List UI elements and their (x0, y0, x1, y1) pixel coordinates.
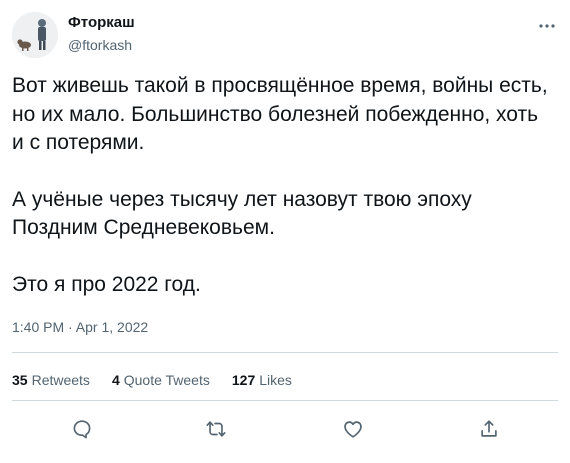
divider (12, 400, 558, 401)
share-button[interactable] (474, 414, 504, 444)
quote-tweets-count: 4 (111, 372, 120, 388)
more-options-icon[interactable] (538, 16, 556, 28)
retweets-count: 35 (12, 372, 28, 388)
tweet-text: Вот живешь такой в просвящённое время, в… (12, 72, 552, 299)
retweet-icon (206, 421, 226, 437)
quote-tweets-label: Quote Tweets (123, 372, 210, 388)
tweet-timestamp[interactable]: 1:40 PM · Apr 1, 2022 (12, 319, 148, 335)
tweet-actions (0, 414, 570, 444)
divider (12, 352, 558, 353)
retweet-button[interactable] (201, 414, 231, 444)
retweets-label: Retweets (31, 372, 90, 388)
likes-count: 127 (231, 372, 256, 388)
like-icon (344, 421, 362, 438)
likes-stat[interactable]: 127 Likes (232, 372, 292, 388)
tweet-paragraph: Вот живешь такой в просвящённое время, в… (12, 74, 548, 154)
quote-tweets-stat[interactable]: 4 Quote Tweets (112, 372, 210, 388)
tweet-paragraph: Это я про 2022 год. (12, 272, 201, 296)
author-name[interactable]: Фторкаш (68, 14, 135, 31)
reply-button[interactable] (67, 414, 97, 444)
share-icon (481, 420, 497, 437)
avatar-image (12, 12, 58, 58)
author-handle[interactable]: @ftorkash (68, 37, 132, 53)
tweet-paragraph: А учёные через тысячу лет назовут твою э… (12, 187, 472, 240)
reply-icon (73, 420, 91, 439)
likes-label: Likes (259, 372, 292, 388)
like-button[interactable] (338, 414, 368, 444)
retweets-stat[interactable]: 35 Retweets (12, 372, 90, 388)
avatar[interactable] (12, 12, 58, 58)
tweet-stats: 35 Retweets 4 Quote Tweets 127 Likes (12, 372, 292, 388)
